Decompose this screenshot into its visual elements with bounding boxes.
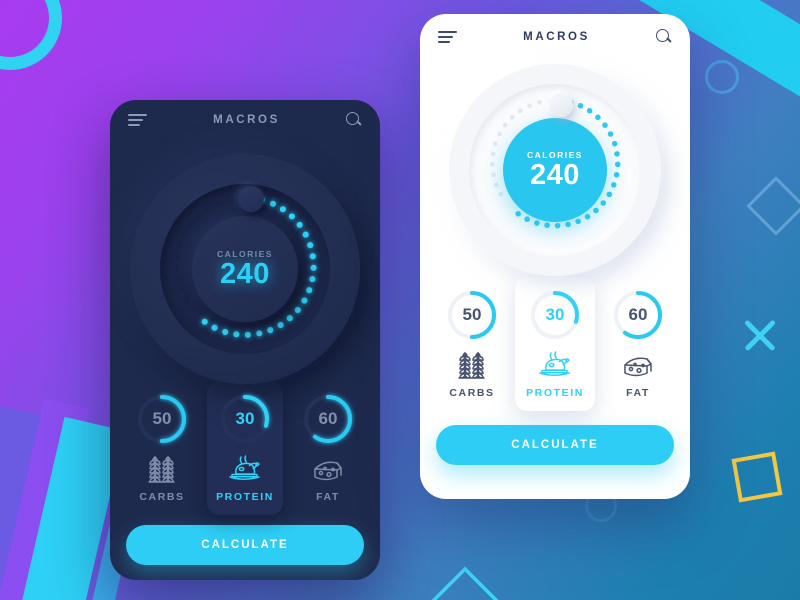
calculate-button[interactable]: CALCULATE (436, 425, 674, 465)
cheese-icon (290, 453, 366, 485)
macro-value-protein: 30 (545, 305, 565, 324)
triangle-outline-bottom-icon (425, 565, 505, 600)
light-header: MACROS (420, 14, 690, 60)
wheat-icon (124, 453, 200, 485)
macro-value-carbs: 50 (152, 409, 172, 428)
dark-header: MACROS (110, 100, 380, 140)
macro-card-protein[interactable]: 30 PROTEIN (207, 381, 283, 515)
hamburger-icon[interactable] (128, 113, 147, 127)
macro-card-protein[interactable]: 30 PROTEIN (515, 277, 595, 411)
calories-value: 240 (530, 158, 580, 191)
macro-card-carbs[interactable]: 50 CARBS (432, 277, 512, 411)
macro-label-carbs: CARBS (139, 491, 185, 503)
macro-value-protein: 30 (235, 409, 255, 428)
page-title: MACROS (213, 114, 280, 126)
dial-center: CALORIES 240 (503, 118, 607, 222)
dial-center: CALORIES 240 (192, 216, 298, 322)
dial-knob[interactable] (548, 93, 573, 118)
cyan-ring-top-left-icon (0, 0, 62, 70)
macro-value-fat: 60 (628, 305, 648, 324)
macro-card-carbs[interactable]: 50 CARBS (124, 381, 200, 515)
cheese-icon (598, 349, 678, 381)
macro-value-carbs: 50 (462, 305, 482, 324)
diamond-outline-right-icon (746, 176, 800, 236)
macro-label-carbs: CARBS (449, 387, 495, 399)
wheat-icon (432, 349, 512, 381)
yellow-square-bottom-right-icon (731, 451, 783, 503)
macro-progress-ring-protein: 30 (219, 393, 271, 445)
dark-calorie-dial[interactable]: CALORIES 240 (110, 140, 380, 384)
search-icon[interactable] (346, 112, 362, 128)
circle-outline-top-right-icon (705, 60, 739, 94)
macro-progress-ring-carbs: 50 (446, 289, 498, 341)
macro-value-fat: 60 (318, 409, 338, 428)
light-calorie-dial[interactable]: CALORIES 240 (420, 60, 690, 276)
turkey-icon (515, 349, 595, 381)
search-icon[interactable] (656, 29, 672, 45)
light-macro-row: 50 CARBS 30 PROTEIN 60 FAT (420, 277, 690, 411)
turkey-icon (207, 453, 283, 485)
macro-progress-ring-carbs: 50 (136, 393, 188, 445)
macro-label-fat: FAT (316, 491, 340, 503)
macro-label-protein: PROTEIN (526, 387, 584, 399)
calculate-button[interactable]: CALCULATE (126, 525, 364, 565)
calories-value: 240 (220, 257, 270, 290)
macro-label-fat: FAT (626, 387, 650, 399)
macro-progress-ring-fat: 60 (612, 289, 664, 341)
x-mark-right-icon (740, 315, 780, 355)
dark-phone-screen: MACROS CALORIES 240 50 CARBS 30 PROTEIN 60 FA… (110, 100, 380, 580)
light-phone-screen: MACROS CALORIES 240 50 CARBS 30 PROTEIN 60 FA… (420, 14, 690, 499)
macro-progress-ring-fat: 60 (302, 393, 354, 445)
hamburger-icon[interactable] (438, 30, 457, 44)
macro-progress-ring-protein: 30 (529, 289, 581, 341)
macro-card-fat[interactable]: 60 FAT (598, 277, 678, 411)
dial-knob[interactable] (237, 186, 264, 213)
macro-label-protein: PROTEIN (216, 491, 274, 503)
dark-macro-row: 50 CARBS 30 PROTEIN 60 FAT (110, 381, 380, 515)
page-title: MACROS (523, 31, 590, 43)
macro-card-fat[interactable]: 60 FAT (290, 381, 366, 515)
